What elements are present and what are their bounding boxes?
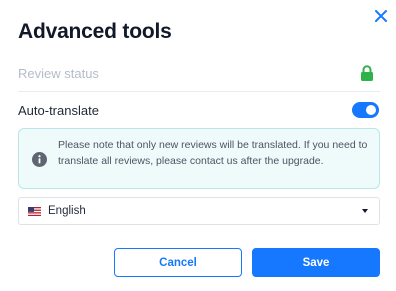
us-flag-icon xyxy=(28,206,41,216)
info-icon xyxy=(32,152,47,167)
save-button[interactable]: Save xyxy=(252,248,380,277)
language-select-value: English xyxy=(48,205,86,217)
notice-text: Please note that only new reviews will b… xyxy=(58,139,368,167)
auto-translate-label: Auto-translate xyxy=(18,102,99,118)
chevron-down-icon xyxy=(362,209,368,213)
dialog-title: Advanced tools xyxy=(18,20,172,43)
review-status-label: Review status xyxy=(18,65,99,81)
lock-icon xyxy=(361,65,373,81)
divider xyxy=(18,91,380,92)
close-icon xyxy=(375,10,387,22)
translation-notice: Please note that only new reviews will b… xyxy=(18,128,380,189)
advanced-tools-dialog: Advanced tools Review status Auto-transl… xyxy=(0,0,396,291)
auto-translate-toggle[interactable] xyxy=(352,102,379,118)
cancel-button[interactable]: Cancel xyxy=(114,248,242,277)
language-select[interactable]: English xyxy=(18,197,380,225)
toggle-knob xyxy=(366,105,376,115)
auto-translate-row: Auto-translate xyxy=(18,99,380,121)
close-button[interactable] xyxy=(370,5,392,27)
review-status-row: Review status xyxy=(18,62,380,84)
